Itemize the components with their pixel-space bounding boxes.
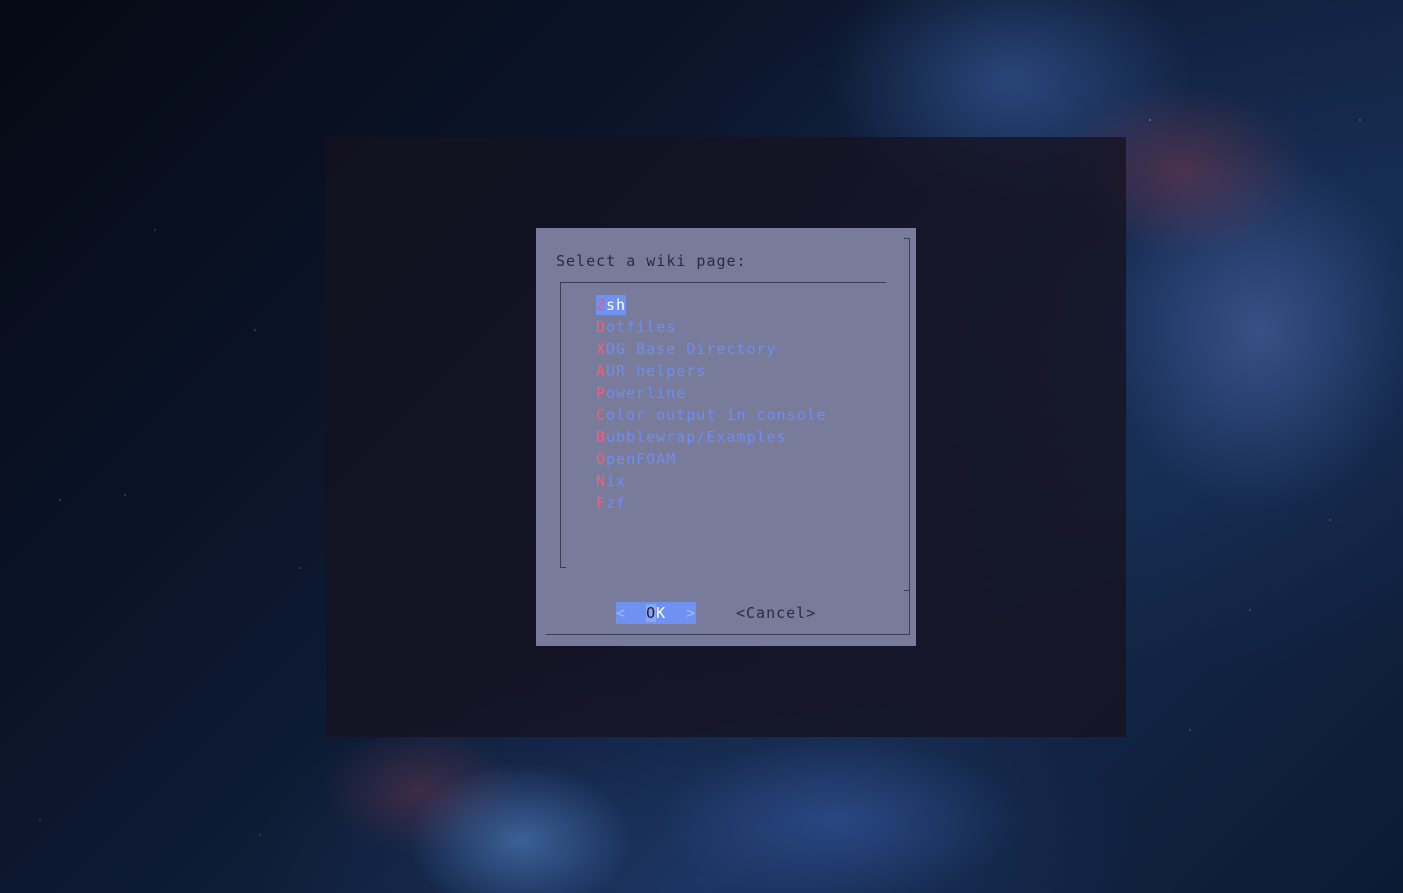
dialog-border-corner (904, 238, 910, 239)
listbox-border-corner (560, 567, 566, 568)
item-label: ubblewrap/Examples (606, 428, 787, 446)
item-label: sh (606, 296, 627, 314)
list-item[interactable]: Dotfiles (596, 316, 827, 338)
list-item[interactable]: Zsh (596, 294, 827, 316)
list-item[interactable]: Fzf (596, 492, 827, 514)
dialog-border-bottom (546, 634, 910, 635)
item-hotkey: D (596, 318, 607, 336)
dialog-prompt: Select a wiki page: (556, 252, 747, 270)
item-label: zf (606, 494, 627, 512)
item-label: olor output in console (606, 406, 827, 424)
list-item[interactable]: AUR helpers (596, 360, 827, 382)
item-label: DG Base Directory (606, 340, 777, 358)
item-label: penFOAM (606, 450, 677, 468)
ok-bracket-left: < (616, 604, 647, 622)
item-hotkey: C (596, 406, 607, 424)
list-item[interactable]: XDG Base Directory (596, 338, 827, 360)
item-hotkey: P (596, 384, 607, 402)
item-hotkey: O (596, 450, 607, 468)
list-item[interactable]: Powerline (596, 382, 827, 404)
item-hotkey: B (596, 428, 607, 446)
item-hotkey: A (596, 362, 607, 380)
ok-label-o: O (646, 604, 657, 622)
ok-button[interactable]: < OK > (616, 602, 696, 624)
ok-bracket-right: > (666, 604, 697, 622)
list-item[interactable]: Color output in console (596, 404, 827, 426)
dialog-border-notch (904, 590, 910, 591)
item-label: owerline (606, 384, 687, 402)
list-item[interactable]: Bubblewrap/Examples (596, 426, 827, 448)
item-hotkey: F (596, 494, 607, 512)
list-item[interactable]: OpenFOAM (596, 448, 827, 470)
wiki-page-list: Zsh Dotfiles XDG Base Directory AUR help… (596, 294, 827, 514)
listbox-border-left (560, 282, 561, 568)
cancel-button[interactable]: <Cancel> (736, 602, 816, 624)
dialog-border-right (909, 238, 910, 634)
item-label: UR helpers (606, 362, 707, 380)
list-item[interactable]: Nix (596, 470, 827, 492)
listbox-border-top (560, 282, 886, 283)
item-label: ix (606, 472, 627, 490)
item-hotkey: X (596, 340, 607, 358)
item-hotkey: Z (596, 296, 607, 314)
ok-label-k: K (656, 604, 667, 622)
item-label: otfiles (606, 318, 677, 336)
item-hotkey: N (596, 472, 607, 490)
